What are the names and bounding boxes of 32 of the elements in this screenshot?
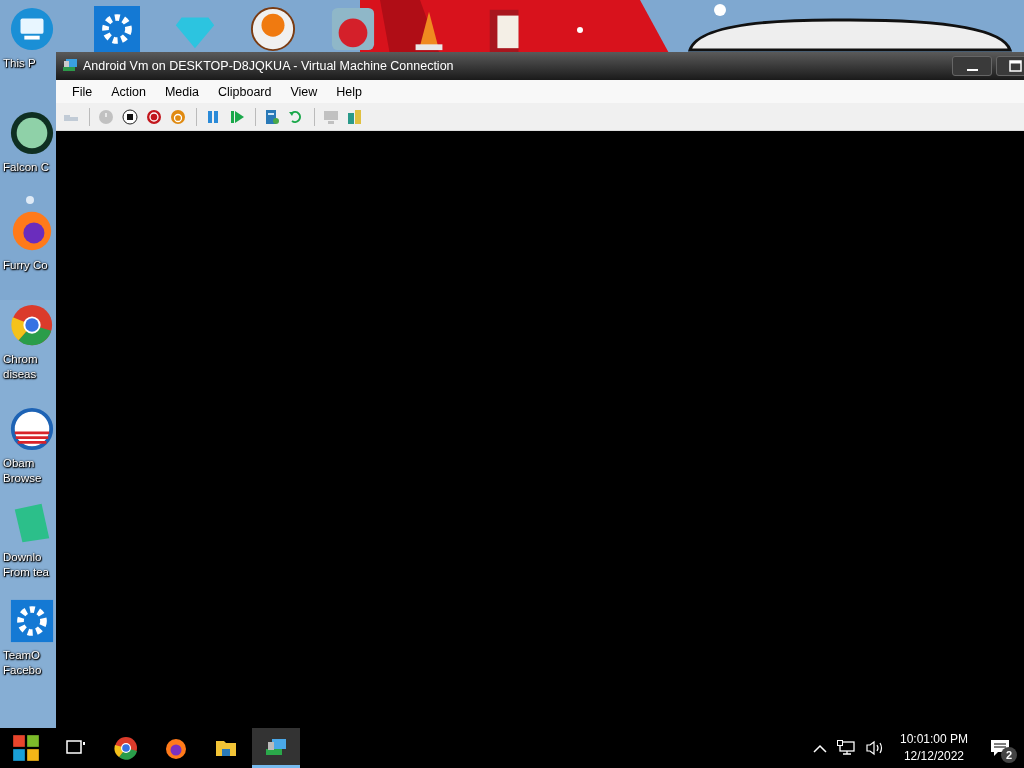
- icon-label: TeamO Facebo: [3, 648, 43, 678]
- icon-label: Falcon C: [3, 160, 51, 175]
- network-icon[interactable]: [836, 740, 855, 756]
- chevron-up-icon[interactable]: [812, 743, 827, 753]
- menu-item[interactable]: Help: [328, 82, 371, 101]
- icon-label: Furry Co: [3, 258, 49, 273]
- gear-icon[interactable]: [94, 6, 140, 52]
- monitor-icon[interactable]: [9, 6, 55, 52]
- clock[interactable]: 10:01:00 PM 12/12/2022: [899, 731, 968, 765]
- computer-icon: [62, 58, 78, 74]
- speaker-icon[interactable]: [864, 740, 885, 756]
- icon-label: Obam Browse: [3, 456, 43, 486]
- menu-item[interactable]: View: [282, 82, 326, 101]
- minimize-icon: [966, 69, 978, 71]
- computer-icon[interactable]: [252, 728, 300, 768]
- icon-label: This P: [3, 56, 37, 71]
- letter-badge-icon[interactable]: [250, 6, 296, 52]
- menu-item[interactable]: File: [64, 82, 101, 101]
- windows-logo-icon: [12, 734, 40, 762]
- notification-count: 2: [1001, 747, 1017, 763]
- icon-label: Downlo From tea: [3, 550, 50, 580]
- menu-item[interactable]: Action: [103, 82, 154, 101]
- menu-item[interactable]: Media: [156, 82, 207, 101]
- gear-icon[interactable]: [9, 598, 55, 644]
- clock-time: 10:01:00 PM: [899, 731, 968, 748]
- menu-item[interactable]: Clipboard: [209, 82, 280, 101]
- window-title: Android Vm on DESKTOP-D8JQKUA - Virtual Machine Connection: [83, 59, 454, 73]
- clock-date: 12/12/2022: [903, 748, 964, 765]
- icon-label: Chrom diseas: [3, 352, 39, 382]
- minimize-button[interactable]: [952, 56, 992, 76]
- maximize-icon: [1009, 60, 1023, 72]
- maximize-button[interactable]: [996, 56, 1024, 76]
